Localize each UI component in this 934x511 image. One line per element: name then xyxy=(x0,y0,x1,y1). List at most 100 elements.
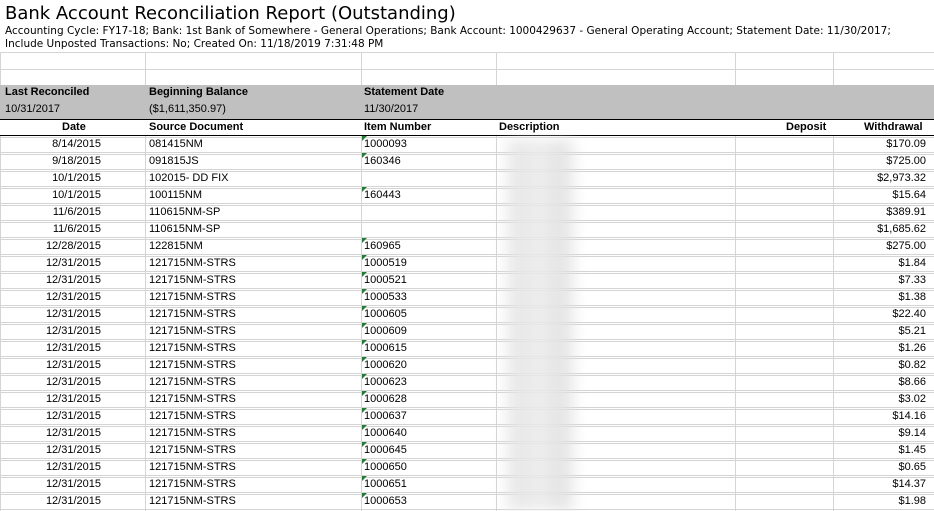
withdrawal-cell[interactable]: $9.14 xyxy=(835,425,926,442)
item-number-cell[interactable]: 160965 xyxy=(364,238,401,255)
date-cell[interactable]: 12/31/2015 xyxy=(0,357,142,374)
table-row[interactable]: 12/31/2015 121715NM-STRS 1000521 $7.33 xyxy=(0,272,934,289)
column-header-item[interactable]: Item Number xyxy=(364,121,431,133)
date-cell[interactable]: 12/31/2015 xyxy=(0,408,142,425)
source-document-cell[interactable]: 121715NM-STRS xyxy=(149,425,236,442)
source-document-cell[interactable]: 121715NM-STRS xyxy=(149,391,236,408)
table-row[interactable]: 8/14/2015 081415NM 1000093 $170.09 xyxy=(0,136,934,153)
source-document-cell[interactable]: 110615NM-SP xyxy=(149,221,220,238)
date-cell[interactable]: 12/31/2015 xyxy=(0,459,142,476)
table-row[interactable]: 10/1/2015 100115NM 160443 $15.64 xyxy=(0,187,934,204)
item-number-cell[interactable]: 1000521 xyxy=(364,272,407,289)
source-document-cell[interactable]: 121715NM-STRS xyxy=(149,408,236,425)
table-row[interactable]: 11/6/2015 110615NM-SP $389.91 xyxy=(0,204,934,221)
date-cell[interactable]: 12/31/2015 xyxy=(0,255,142,272)
table-row[interactable]: 12/28/2015 122815NM 160965 $275.00 xyxy=(0,238,934,255)
date-cell[interactable]: 12/28/2015 xyxy=(0,238,142,255)
table-row[interactable]: 12/31/2015 121715NM-STRS 1000651 $14.37 xyxy=(0,476,934,493)
date-cell[interactable]: 8/14/2015 xyxy=(0,136,142,153)
table-row[interactable]: 12/31/2015 121715NM-STRS 1000519 $1.84 xyxy=(0,255,934,272)
item-number-cell[interactable]: 1000093 xyxy=(364,136,407,153)
date-cell[interactable]: 12/31/2015 xyxy=(0,476,142,493)
table-row[interactable]: 9/18/2015 091815JS 160346 $725.00 xyxy=(0,153,934,170)
source-document-cell[interactable]: 121715NM-STRS xyxy=(149,340,236,357)
beginning-balance-value[interactable]: ($1,611,350.97) xyxy=(149,103,226,115)
table-row[interactable]: 12/31/2015 121715NM-STRS 1000637 $14.16 xyxy=(0,408,934,425)
item-number-cell[interactable]: 1000653 xyxy=(364,493,407,510)
withdrawal-cell[interactable]: $15.64 xyxy=(835,187,926,204)
source-document-cell[interactable]: 121715NM-STRS xyxy=(149,323,236,340)
table-row[interactable]: 12/31/2015 121715NM-STRS 1000645 $1.45 xyxy=(0,442,934,459)
withdrawal-cell[interactable]: $1.98 xyxy=(835,493,926,510)
item-number-cell[interactable]: 1000640 xyxy=(364,425,407,442)
withdrawal-cell[interactable]: $2,973.32 xyxy=(835,170,926,187)
date-cell[interactable]: 12/31/2015 xyxy=(0,442,142,459)
withdrawal-cell[interactable]: $14.37 xyxy=(835,476,926,493)
withdrawal-cell[interactable]: $3.02 xyxy=(835,391,926,408)
date-cell[interactable]: 10/1/2015 xyxy=(0,170,142,187)
withdrawal-cell[interactable]: $1.38 xyxy=(835,289,926,306)
source-document-cell[interactable]: 121715NM-STRS xyxy=(149,476,236,493)
source-document-cell[interactable]: 100115NM xyxy=(149,187,202,204)
withdrawal-cell[interactable]: $275.00 xyxy=(835,238,926,255)
column-header-source[interactable]: Source Document xyxy=(149,121,243,133)
last-reconciled-value[interactable]: 10/31/2017 xyxy=(5,103,60,115)
source-document-cell[interactable]: 102015- DD FIX xyxy=(149,170,228,187)
source-document-cell[interactable]: 121715NM-STRS xyxy=(149,306,236,323)
date-cell[interactable]: 12/31/2015 xyxy=(0,289,142,306)
withdrawal-cell[interactable]: $0.82 xyxy=(835,357,926,374)
item-number-cell[interactable]: 1000645 xyxy=(364,442,407,459)
date-cell[interactable]: 11/6/2015 xyxy=(0,221,142,238)
table-row[interactable]: 10/1/2015 102015- DD FIX $2,973.32 xyxy=(0,170,934,187)
source-document-cell[interactable]: 121715NM-STRS xyxy=(149,442,236,459)
table-row[interactable]: 12/31/2015 121715NM-STRS 1000628 $3.02 xyxy=(0,391,934,408)
date-cell[interactable]: 9/18/2015 xyxy=(0,153,142,170)
item-number-cell[interactable]: 160346 xyxy=(364,153,401,170)
table-row[interactable]: 12/31/2015 121715NM-STRS 1000620 $0.82 xyxy=(0,357,934,374)
withdrawal-cell[interactable]: $22.40 xyxy=(835,306,926,323)
withdrawal-cell[interactable]: $14.16 xyxy=(835,408,926,425)
table-row[interactable]: 11/6/2015 110615NM-SP $1,685.62 xyxy=(0,221,934,238)
withdrawal-cell[interactable]: $1.26 xyxy=(835,340,926,357)
date-cell[interactable]: 12/31/2015 xyxy=(0,391,142,408)
table-row[interactable]: 12/31/2015 121715NM-STRS 1000533 $1.38 xyxy=(0,289,934,306)
date-cell[interactable]: 12/31/2015 xyxy=(0,323,142,340)
table-row[interactable]: 12/31/2015 121715NM-STRS 1000640 $9.14 xyxy=(0,425,934,442)
item-number-cell[interactable]: 1000650 xyxy=(364,459,407,476)
source-document-cell[interactable]: 081415NM xyxy=(149,136,203,153)
table-row[interactable]: 12/31/2015 121715NM-STRS 1000650 $0.65 xyxy=(0,459,934,476)
table-row[interactable]: 12/31/2015 121715NM-STRS 1000653 $1.98 xyxy=(0,493,934,510)
withdrawal-cell[interactable]: $1.84 xyxy=(835,255,926,272)
column-header-deposit[interactable]: Deposit xyxy=(786,121,826,133)
withdrawal-cell[interactable]: $0.65 xyxy=(835,459,926,476)
source-document-cell[interactable]: 121715NM-STRS xyxy=(149,374,236,391)
item-number-cell[interactable]: 1000637 xyxy=(364,408,407,425)
withdrawal-cell[interactable]: $5.21 xyxy=(835,323,926,340)
column-header-withdrawal[interactable]: Withdrawal xyxy=(864,121,923,133)
source-document-cell[interactable]: 122815NM xyxy=(149,238,203,255)
withdrawal-cell[interactable]: $389.91 xyxy=(835,204,926,221)
date-cell[interactable]: 12/31/2015 xyxy=(0,340,142,357)
withdrawal-cell[interactable]: $1.45 xyxy=(835,442,926,459)
date-cell[interactable]: 10/1/2015 xyxy=(0,187,142,204)
source-document-cell[interactable]: 121715NM-STRS xyxy=(149,493,236,510)
item-number-cell[interactable]: 1000628 xyxy=(364,391,407,408)
withdrawal-cell[interactable]: $1,685.62 xyxy=(835,221,926,238)
source-document-cell[interactable]: 121715NM-STRS xyxy=(149,255,236,272)
withdrawal-cell[interactable]: $170.09 xyxy=(835,136,926,153)
source-document-cell[interactable]: 121715NM-STRS xyxy=(149,357,236,374)
source-document-cell[interactable]: 121715NM-STRS xyxy=(149,459,236,476)
column-header-description[interactable]: Description xyxy=(499,121,560,133)
table-row[interactable]: 12/31/2015 121715NM-STRS 1000615 $1.26 xyxy=(0,340,934,357)
withdrawal-cell[interactable]: $725.00 xyxy=(835,153,926,170)
date-cell[interactable]: 12/31/2015 xyxy=(0,425,142,442)
item-number-cell[interactable]: 1000651 xyxy=(364,476,407,493)
date-cell[interactable]: 12/31/2015 xyxy=(0,374,142,391)
date-cell[interactable]: 12/31/2015 xyxy=(0,272,142,289)
date-cell[interactable]: 12/31/2015 xyxy=(0,306,142,323)
item-number-cell[interactable]: 1000620 xyxy=(364,357,407,374)
item-number-cell[interactable]: 160443 xyxy=(364,187,401,204)
table-row[interactable]: 12/31/2015 121715NM-STRS 1000605 $22.40 xyxy=(0,306,934,323)
source-document-cell[interactable]: 121715NM-STRS xyxy=(149,272,236,289)
item-number-cell[interactable]: 1000605 xyxy=(364,306,407,323)
